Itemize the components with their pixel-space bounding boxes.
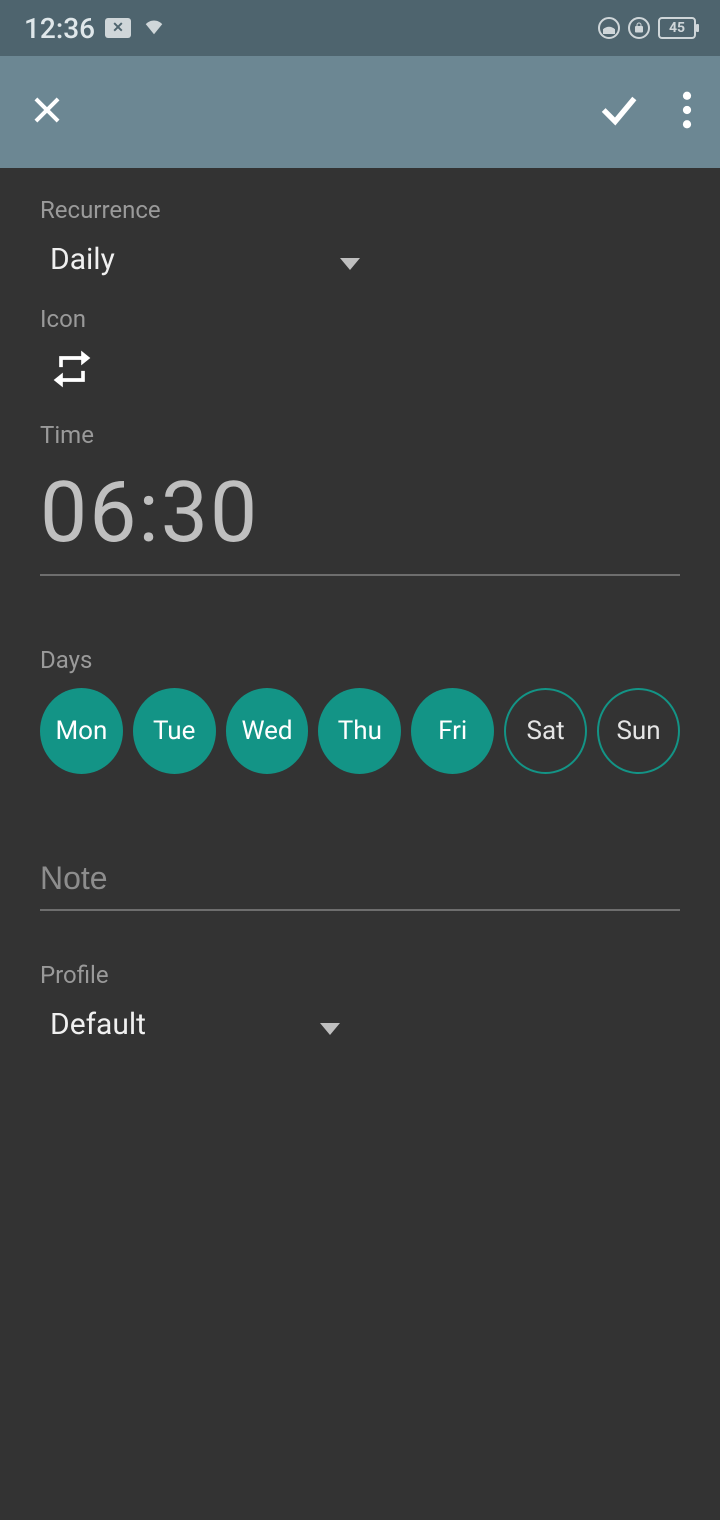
status-bar: 12:36 ✕ 45 — [0, 0, 720, 56]
confirm-button[interactable] — [596, 87, 642, 137]
day-label: Tue — [153, 716, 195, 746]
time-picker[interactable]: 06:30 — [40, 463, 680, 572]
time-underline — [40, 574, 680, 576]
day-label: Mon — [55, 716, 107, 746]
recurrence-label: Recurrence — [40, 196, 680, 224]
day-toggle-mon[interactable]: Mon — [40, 688, 123, 774]
recurrence-dropdown[interactable]: Daily — [40, 238, 360, 277]
day-toggle-wed[interactable]: Wed — [226, 688, 309, 774]
more-button[interactable] — [682, 91, 692, 133]
chevron-down-icon — [340, 258, 360, 270]
recurrence-value: Daily — [50, 242, 115, 277]
battery-level: 45 — [669, 20, 685, 36]
icon-label: Icon — [40, 305, 680, 333]
time-label: Time — [40, 421, 680, 449]
days-row: Mon Tue Wed Thu Fri Sat Sun — [40, 688, 680, 774]
status-time: 12:36 — [24, 12, 95, 45]
battery-icon: 45 — [658, 17, 696, 39]
check-icon — [596, 87, 642, 133]
day-label: Sat — [527, 716, 565, 746]
status-right: 45 — [598, 17, 696, 39]
icon-picker[interactable] — [50, 347, 94, 391]
recurrence-section: Recurrence Daily — [40, 196, 680, 277]
days-label: Days — [40, 646, 680, 674]
day-label: Fri — [438, 716, 467, 746]
profile-value: Default — [50, 1007, 146, 1042]
time-section: Time 06:30 — [40, 421, 680, 576]
icon-section: Icon — [40, 305, 680, 391]
more-vert-icon — [682, 91, 692, 129]
rotation-lock-icon — [628, 17, 650, 39]
content: Recurrence Daily Icon Time 06:30 Days Mo… — [0, 168, 720, 1042]
day-toggle-tue[interactable]: Tue — [133, 688, 216, 774]
note-section — [40, 854, 680, 911]
note-input[interactable] — [40, 854, 680, 911]
days-section: Days Mon Tue Wed Thu Fri Sat Sun — [40, 646, 680, 774]
repeat-icon — [50, 347, 94, 391]
wifi-icon — [141, 15, 167, 41]
day-toggle-fri[interactable]: Fri — [411, 688, 494, 774]
status-left: 12:36 ✕ — [24, 12, 167, 45]
chevron-down-icon — [320, 1023, 340, 1035]
day-label: Thu — [338, 716, 382, 746]
close-button[interactable] — [28, 114, 66, 133]
app-bar — [0, 56, 720, 168]
day-label: Sun — [616, 716, 660, 746]
notification-icon: ✕ — [105, 18, 131, 38]
close-icon — [28, 91, 66, 129]
status-circle-icon — [598, 17, 620, 39]
day-label: Wed — [241, 716, 292, 746]
profile-dropdown[interactable]: Default — [40, 1003, 340, 1042]
profile-label: Profile — [40, 961, 680, 989]
day-toggle-thu[interactable]: Thu — [318, 688, 401, 774]
profile-section: Profile Default — [40, 961, 680, 1042]
day-toggle-sun[interactable]: Sun — [597, 688, 680, 774]
day-toggle-sat[interactable]: Sat — [504, 688, 587, 774]
